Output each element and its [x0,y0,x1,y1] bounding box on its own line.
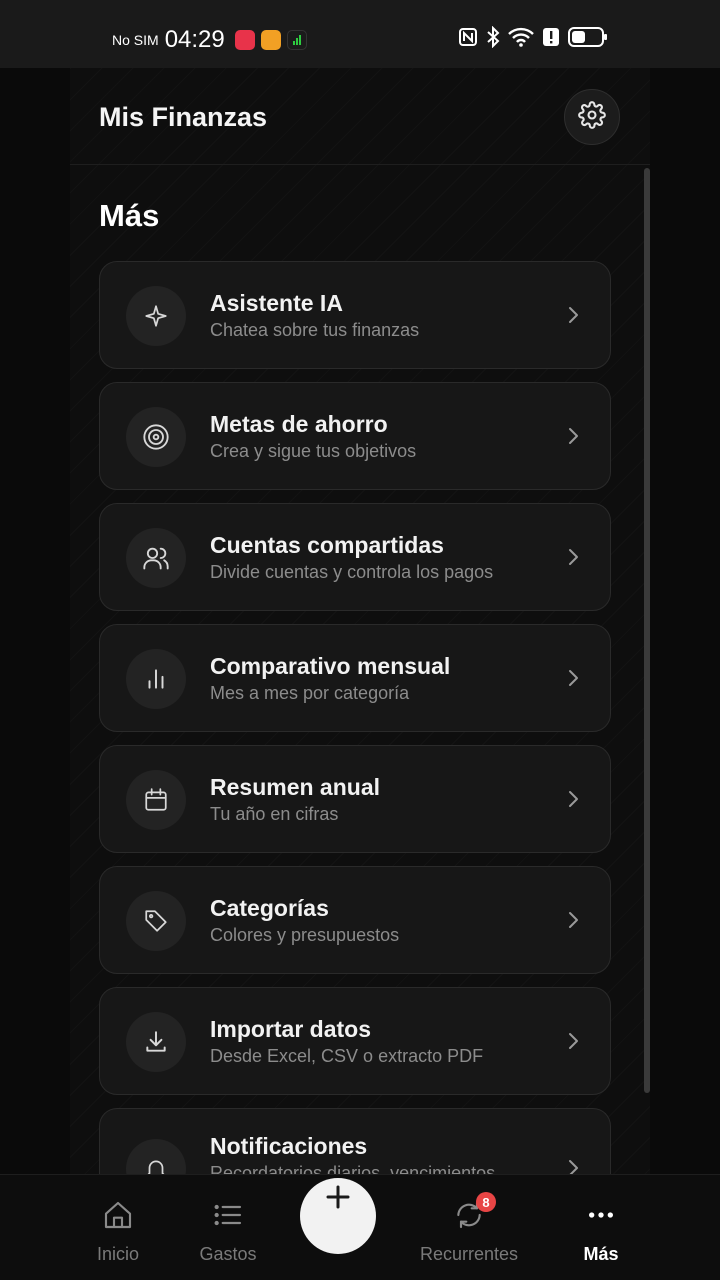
nav-label: Recurrentes [419,1244,519,1264]
nav-label: Más [583,1244,619,1264]
nfc-icon [458,27,478,52]
menu-item-subtitle: Desde Excel, CSV o extracto PDF [210,1046,484,1066]
list-icon [212,1204,244,1235]
status-bar-left: No SIM 04:29 [112,26,307,54]
settings-button[interactable] [564,89,620,145]
menu-item-subtitle: Crea y sigue tus objetivos [210,441,417,461]
nav-mas[interactable]: Más [541,1199,661,1265]
status-bar-right [458,25,608,53]
chevron-right-icon [566,1157,580,1174]
menu-item-title: Asistente IA [210,290,343,316]
calendar-icon [126,770,186,830]
menu-item-subtitle: Colores y presupuestos [210,925,400,945]
nav-label: Inicio [96,1244,140,1264]
nav-gastos[interactable]: Gastos [168,1199,288,1265]
menu-item-subtitle: Mes a mes por categoría [210,683,410,703]
menu-item-metas-de-ahorro[interactable]: Metas de ahorro Crea y sigue tus objetiv… [99,382,611,490]
chevron-right-icon [566,788,580,815]
nav-label: Gastos [199,1244,257,1264]
left-margin [0,68,70,1280]
signal-app-icon [286,30,307,50]
tag-icon [126,891,186,951]
nav-recurrentes[interactable]: Recurrentes [409,1199,529,1265]
clock: 04:29 [164,26,225,53]
menu-item-title: Importar datos [210,1016,372,1042]
wifi-icon [508,27,534,52]
bar-chart-icon [126,649,186,709]
chevron-right-icon [566,909,580,936]
download-icon [126,1012,186,1072]
target-icon [126,407,186,467]
app-orange-icon [260,30,281,50]
page-title: Más [99,198,160,233]
gear-icon [578,100,606,134]
menu-item-title: Metas de ahorro [210,411,388,437]
menu-item-comparativo-mensual[interactable]: Comparativo mensual Mes a mes por catego… [99,624,611,732]
menu-item-title: Notificaciones [210,1133,368,1159]
scrollbar[interactable] [644,168,650,1093]
right-margin [650,68,720,1280]
menu-item-asistente-ia[interactable]: Asistente IA Chatea sobre tus finanzas [99,261,611,369]
home-icon [102,1201,134,1235]
sparkle-icon [126,286,186,346]
alert-icon [542,27,560,52]
notification-badge: 8 [476,1192,496,1212]
nav-inicio[interactable]: Inicio [58,1199,178,1265]
chevron-right-icon [566,425,580,452]
app-red-icon [234,30,255,50]
menu-item-notificaciones[interactable]: Notificaciones Recordatorios diarios, ve… [99,1108,611,1174]
chevron-right-icon [566,667,580,694]
refresh-icon [453,1201,485,1235]
more-icon [585,1212,617,1235]
menu-item-subtitle: Tu año en cifras [210,804,339,824]
chevron-right-icon [566,546,580,573]
menu-item-resumen-anual[interactable]: Resumen anual Tu año en cifras [99,745,611,853]
status-bar: No SIM 04:29 [0,0,720,68]
users-icon [126,528,186,588]
menu-item-subtitle: Chatea sobre tus finanzas [210,320,420,340]
chevron-right-icon [566,304,580,331]
app-container[interactable]: Mis Finanzas Más Asistente IA Chatea sob… [70,68,650,1174]
menu-item-categorias[interactable]: Categorías Colores y presupuestos [99,866,611,974]
menu-item-title: Resumen anual [210,774,380,800]
chevron-right-icon [566,1030,580,1057]
menu-item-title: Cuentas compartidas [210,532,444,558]
plus-icon [323,1182,353,1217]
menu-item-subtitle: Recordatorios diarios, vencimientos [210,1163,496,1174]
carrier-label: No SIM [112,32,159,48]
menu-item-cuentas-compartidas[interactable]: Cuentas compartidas Divide cuentas y con… [99,503,611,611]
menu-item-title: Comparativo mensual [210,653,451,679]
app-title: Mis Finanzas [99,102,268,132]
bluetooth-icon [486,25,500,53]
add-button[interactable] [300,1178,376,1254]
battery-icon [568,26,608,53]
menu-item-subtitle: Divide cuentas y controla los pagos [210,562,494,582]
bottom-nav: Inicio Gastos Recurrentes 8 Más [0,1174,720,1280]
bell-icon [126,1139,186,1174]
app-header: Mis Finanzas [70,68,650,165]
menu-item-title: Categorías [210,895,329,921]
menu-item-importar-datos[interactable]: Importar datos Desde Excel, CSV o extrac… [99,987,611,1095]
